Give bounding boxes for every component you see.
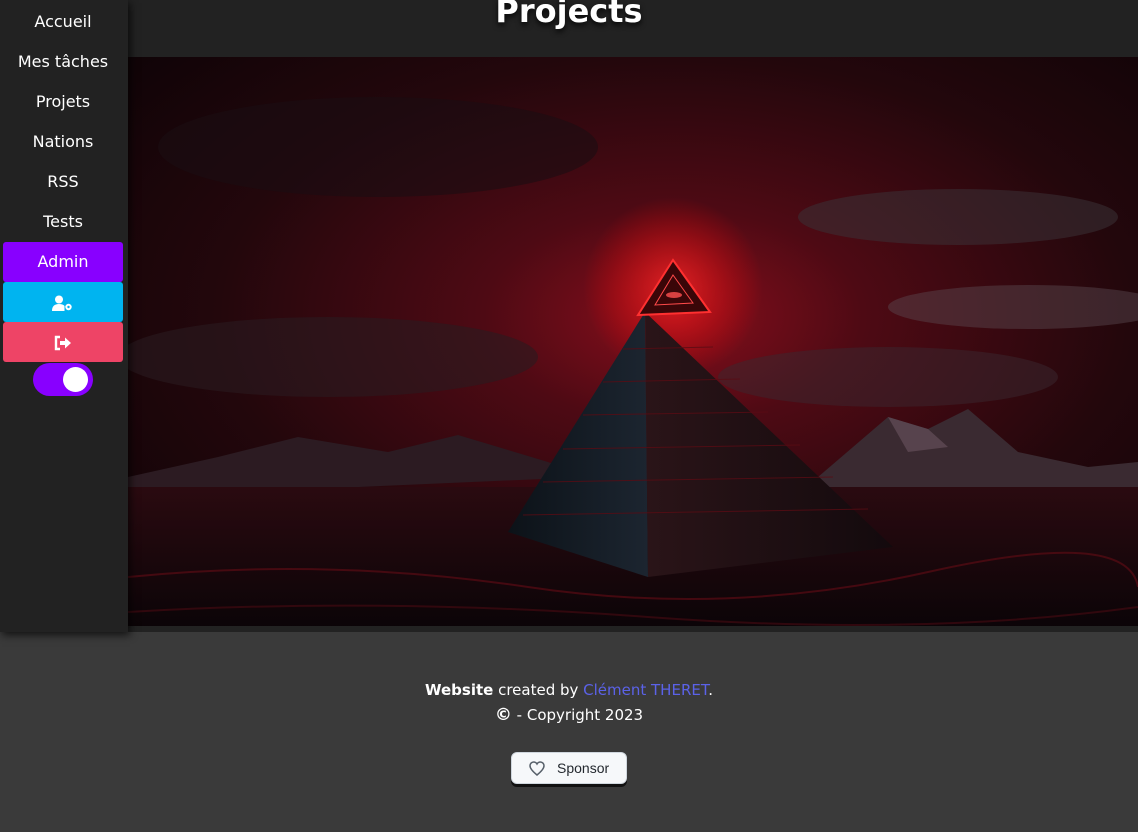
hero-divider [128, 626, 1138, 632]
sidebar-item-accueil[interactable]: Accueil [3, 2, 123, 42]
sidebar-item-mes-taches[interactable]: Mes tâches [3, 42, 123, 82]
copyright-icon: © [494, 705, 512, 725]
footer-credits: Website created by Clément THERET. [0, 681, 1138, 699]
toggle-knob [63, 367, 88, 392]
author-link[interactable]: Clément THERET [583, 681, 708, 699]
user-cog-icon [52, 292, 74, 311]
sidebar-item-rss[interactable]: RSS [3, 162, 123, 202]
footer-period: . [708, 681, 714, 699]
footer-created-by: created by [493, 681, 584, 699]
page-header: Projects [0, 0, 1138, 57]
logout-button[interactable] [3, 322, 123, 362]
sponsor-button[interactable]: Sponsor [511, 752, 627, 784]
footer-copyright: © - Copyright 2023 [0, 705, 1138, 725]
heart-icon [529, 761, 545, 779]
copyright-text: - Copyright 2023 [511, 706, 644, 724]
footer-website-word: Website [424, 681, 494, 699]
sidebar-item-nations[interactable]: Nations [3, 122, 123, 162]
sign-out-icon [54, 332, 72, 351]
sidebar: Accueil Mes tâches Projets Nations RSS T… [0, 0, 128, 632]
sidebar-item-admin[interactable]: Admin [3, 242, 123, 282]
page-title: Projects [495, 0, 643, 30]
hero-image [128, 57, 1138, 632]
sponsor-label: Sponsor [557, 760, 610, 776]
user-settings-button[interactable] [3, 282, 123, 322]
sidebar-item-tests[interactable]: Tests [3, 202, 123, 242]
sidebar-item-projets[interactable]: Projets [3, 82, 123, 122]
theme-toggle[interactable] [33, 363, 93, 396]
